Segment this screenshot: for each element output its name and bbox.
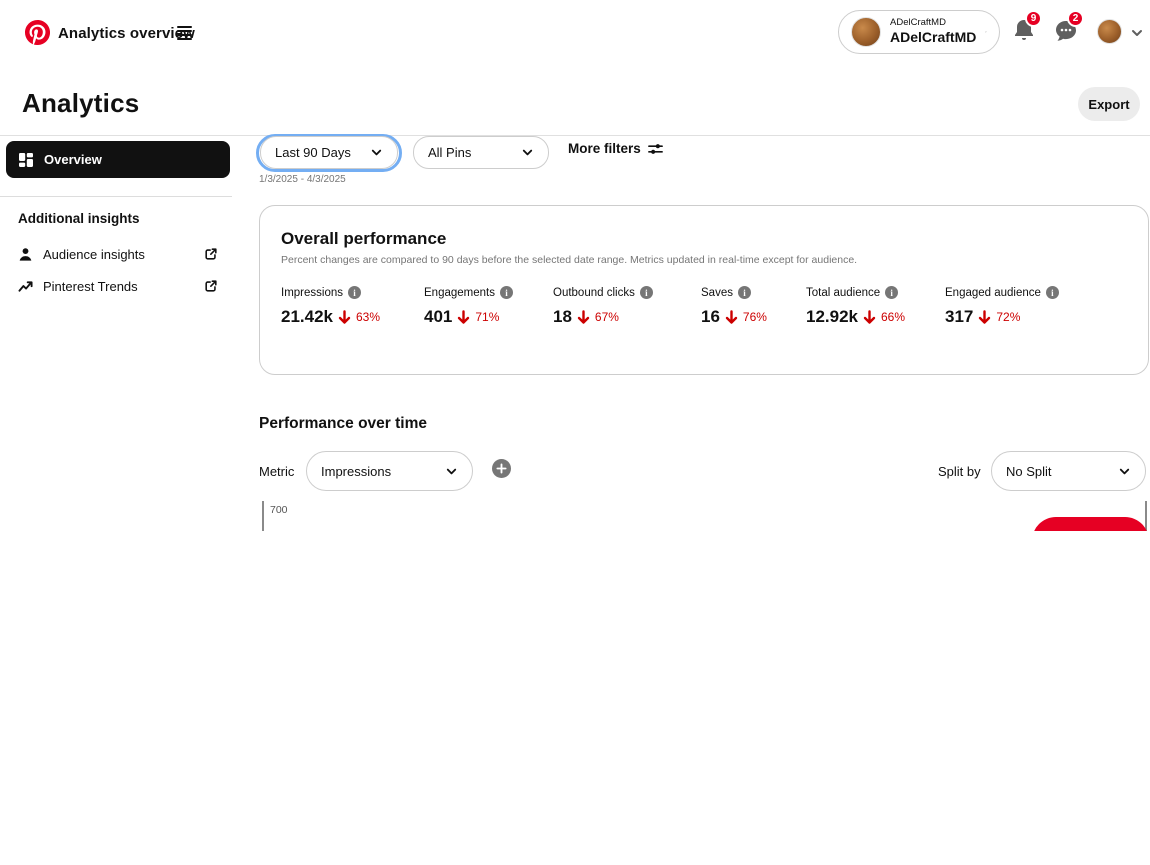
metric-value: 401	[424, 307, 452, 327]
messages-badge: 2	[1067, 10, 1084, 27]
metric-change: 66%	[881, 310, 905, 324]
metric-change: 71%	[475, 310, 499, 324]
metric-change: 63%	[356, 310, 380, 324]
external-link-icon	[204, 279, 218, 293]
viewport-clip: Analytics overview ADelCraftMD ADelCraft…	[0, 0, 1150, 531]
sidebar-item-overview[interactable]: Overview	[6, 141, 230, 178]
metric-value: 317	[945, 307, 973, 327]
header-divider	[0, 135, 1150, 136]
date-range-select[interactable]: Last 90 Days	[260, 136, 398, 169]
add-metric-button[interactable]	[492, 459, 511, 478]
metric-change: 72%	[996, 310, 1020, 324]
metric-select-label: Metric	[259, 464, 294, 479]
date-range-detail: 1/3/2025 - 4/3/2025	[259, 174, 346, 185]
card-subtitle: Percent changes are compared to 90 days …	[281, 254, 857, 266]
pinterest-logo-icon[interactable]	[25, 20, 50, 45]
external-link-icon	[204, 247, 218, 261]
send-feedback-button[interactable]: Send feedback	[1032, 517, 1149, 531]
date-range-value: Last 90 Days	[275, 145, 370, 160]
metric-outbound-clicks: Outbound clicks i 18 67%	[553, 286, 653, 327]
arrow-down-icon	[978, 310, 991, 325]
metric-value: 12.92k	[806, 307, 858, 327]
split-by-label: Split by	[938, 464, 981, 479]
notifications-badge: 9	[1025, 10, 1042, 27]
metric-label: Engaged audience	[945, 287, 1041, 299]
arrow-down-icon	[725, 310, 738, 325]
info-icon[interactable]: i	[348, 286, 361, 299]
overall-performance-card: Overall performance Percent changes are …	[259, 205, 1149, 375]
chart-right-axis	[1145, 501, 1147, 531]
export-button[interactable]: Export	[1078, 87, 1140, 121]
metric-value: 16	[701, 307, 720, 327]
split-by-value: No Split	[1006, 464, 1118, 479]
account-avatar	[851, 17, 881, 47]
arrow-down-icon	[863, 310, 876, 325]
metric-label: Impressions	[281, 287, 343, 299]
chevron-down-icon	[370, 146, 383, 159]
grid-icon	[18, 152, 34, 168]
info-icon[interactable]: i	[738, 286, 751, 299]
card-title: Overall performance	[281, 229, 446, 249]
metric-total-audience: Total audience i 12.92k 66%	[806, 286, 905, 327]
arrow-down-icon	[338, 310, 351, 325]
account-switcher[interactable]: ADelCraftMD ADelCraftMD	[838, 10, 1000, 54]
sidebar-item-pinterest-trends[interactable]: Pinterest Trends	[18, 276, 218, 296]
metric-change: 67%	[595, 310, 619, 324]
info-icon[interactable]: i	[1046, 286, 1059, 299]
account-name-primary: ADelCraftMD	[890, 29, 976, 45]
page-title: Analytics	[22, 88, 139, 119]
metric-impressions: Impressions i 21.42k 63%	[281, 286, 380, 327]
more-filters-label: More filters	[568, 141, 641, 156]
metric-engaged-audience: Engaged audience i 317 72%	[945, 286, 1059, 327]
person-icon	[18, 247, 33, 262]
metric-change: 76%	[743, 310, 767, 324]
chevron-down-icon	[445, 465, 458, 478]
chart-y-tick: 700	[270, 504, 288, 516]
info-icon[interactable]: i	[885, 286, 898, 299]
metric-label: Engagements	[424, 287, 495, 299]
more-filters-button[interactable]: More filters	[568, 141, 663, 156]
metric-select[interactable]: Impressions	[306, 451, 473, 491]
sidebar-section-title: Additional insights	[18, 211, 140, 226]
messages-button[interactable]: 2	[1054, 19, 1080, 47]
analytics-page: Analytics overview ADelCraftMD ADelCraft…	[0, 0, 1150, 865]
metric-select-value: Impressions	[321, 464, 445, 479]
chevron-down-icon	[985, 25, 987, 39]
notifications-button[interactable]: 9	[1012, 18, 1038, 46]
arrow-down-icon	[457, 310, 470, 325]
metric-label: Total audience	[806, 287, 880, 299]
arrow-down-icon	[577, 310, 590, 325]
pins-filter-value: All Pins	[428, 145, 521, 160]
sliders-icon	[648, 142, 663, 156]
metric-value: 18	[553, 307, 572, 327]
metric-label: Saves	[701, 287, 733, 299]
info-icon[interactable]: i	[640, 286, 653, 299]
pins-filter-select[interactable]: All Pins	[413, 136, 549, 169]
account-name-secondary: ADelCraftMD	[890, 18, 976, 29]
sidebar-divider	[0, 196, 232, 197]
menu-icon[interactable]	[177, 26, 192, 39]
sidebar-item-label: Audience insights	[43, 247, 194, 262]
profile-avatar[interactable]	[1097, 19, 1122, 44]
trending-icon	[18, 279, 33, 294]
sidebar-item-label: Pinterest Trends	[43, 279, 194, 294]
chart-y-axis	[262, 501, 264, 531]
metric-label: Outbound clicks	[553, 287, 635, 299]
sidebar-item-audience-insights[interactable]: Audience insights	[18, 244, 218, 264]
info-icon[interactable]: i	[500, 286, 513, 299]
header-chevron-down-icon[interactable]	[1130, 26, 1144, 40]
sidebar-overview-label: Overview	[44, 152, 102, 167]
plus-icon	[496, 463, 507, 474]
performance-over-time-title: Performance over time	[259, 415, 427, 433]
metric-saves: Savesi 16 76%	[701, 286, 767, 327]
metric-engagements: Engagements i 401 71%	[424, 286, 513, 327]
chevron-down-icon	[1118, 465, 1131, 478]
chevron-down-icon	[521, 146, 534, 159]
metric-value: 21.42k	[281, 307, 333, 327]
app-title: Analytics overview	[58, 25, 195, 42]
split-by-select[interactable]: No Split	[991, 451, 1146, 491]
